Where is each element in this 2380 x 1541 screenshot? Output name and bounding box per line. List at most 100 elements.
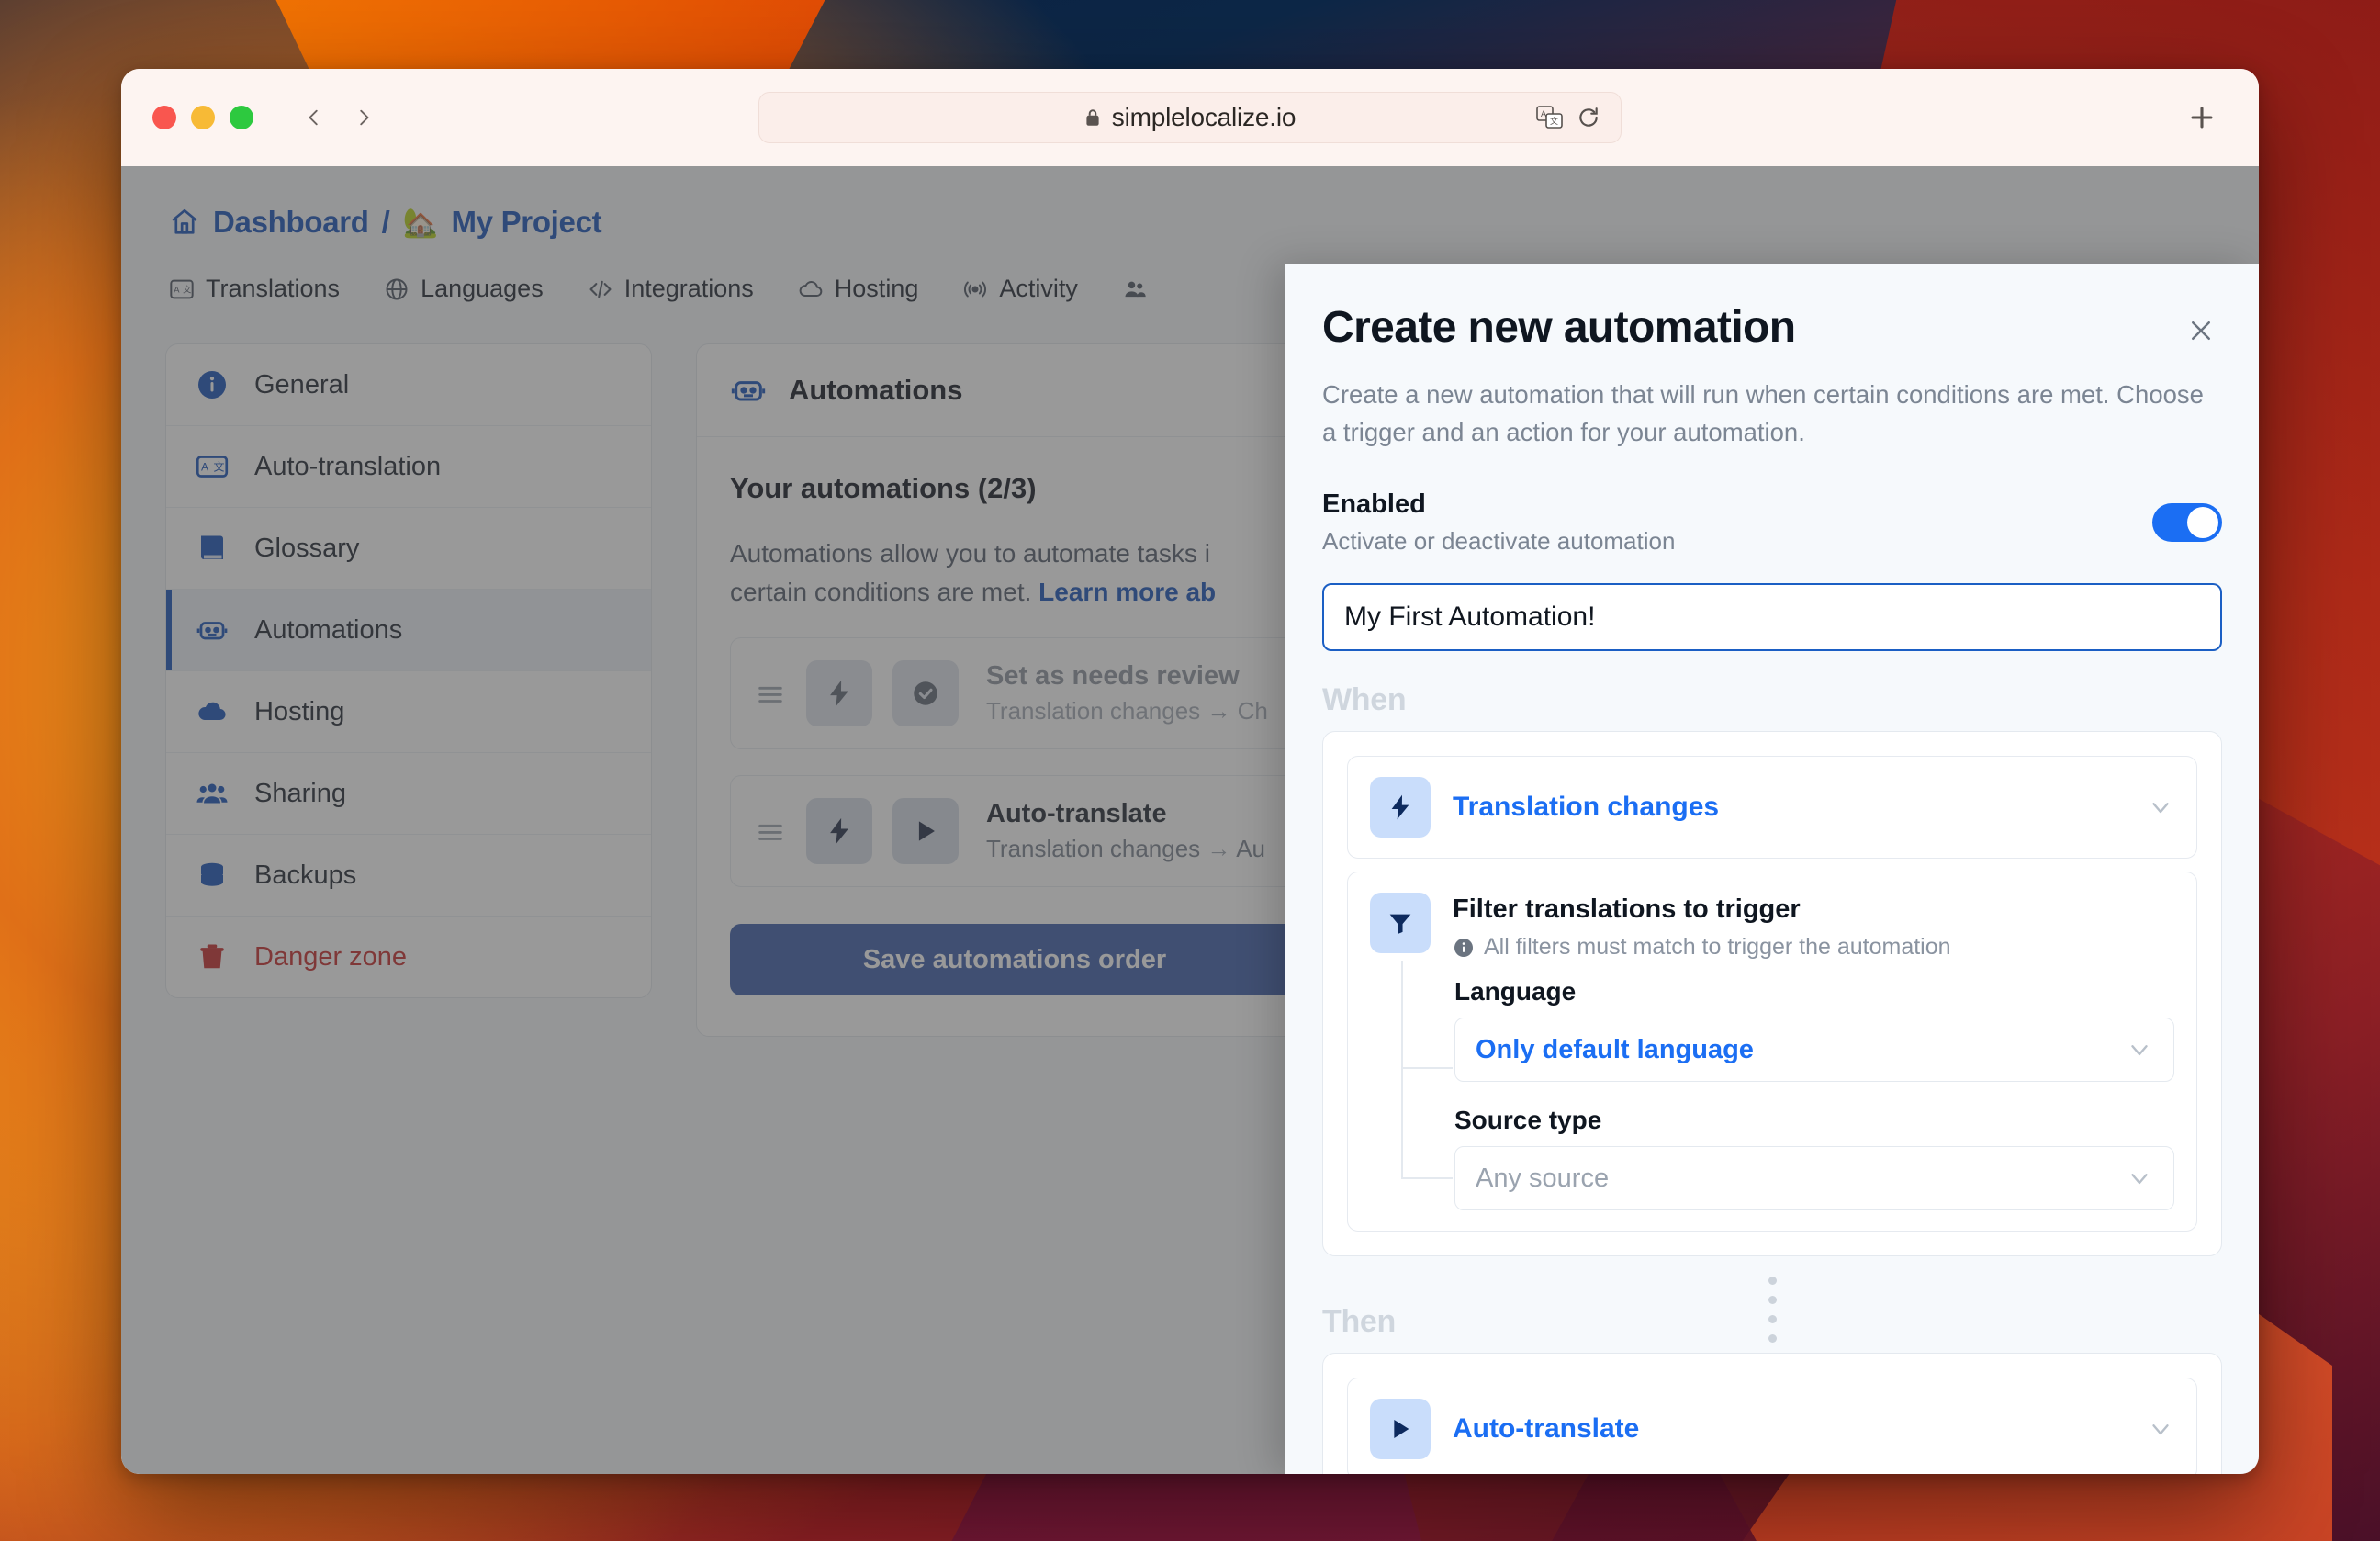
browser-titlebar: simplelocalize.io A 文 xyxy=(121,69,2259,166)
automation-name-input[interactable] xyxy=(1322,583,2222,652)
sidebar-item-auto-translation[interactable]: A文 Auto-translation xyxy=(166,426,651,508)
close-window-button[interactable] xyxy=(152,106,176,129)
action-node[interactable]: Auto-translate xyxy=(1347,1378,2197,1474)
tab-languages[interactable]: Languages xyxy=(384,275,544,303)
source-type-select[interactable]: Any source xyxy=(1454,1146,2174,1211)
auto-translate-icon: A文 xyxy=(194,450,230,483)
sidebar-item-automations[interactable]: Automations xyxy=(166,590,651,671)
sidebar-item-label: Hosting xyxy=(254,696,345,726)
tab-activity[interactable]: Activity xyxy=(962,275,1078,303)
svg-text:文: 文 xyxy=(214,460,225,474)
settings-sidebar[interactable]: General A文 Auto-translation Glossary Aut… xyxy=(165,343,652,998)
filter-node: Filter translations to trigger All filte… xyxy=(1347,872,2197,1232)
then-section-label: Then xyxy=(1322,1304,1397,1340)
check-circle-icon xyxy=(892,660,959,726)
drag-handle-icon[interactable] xyxy=(755,815,786,847)
play-icon xyxy=(892,798,959,864)
funnel-icon xyxy=(1370,893,1431,954)
chevron-down-icon[interactable] xyxy=(2147,793,2174,821)
filter-tree-connector xyxy=(1401,961,1453,1180)
sidebar-item-sharing[interactable]: Sharing xyxy=(166,753,651,835)
tab-label: Integrations xyxy=(623,275,754,302)
window-controls[interactable] xyxy=(152,106,253,129)
trigger-label: Translation changes xyxy=(1453,792,1720,823)
source-type-select-value: Any source xyxy=(1476,1163,1610,1193)
database-icon xyxy=(194,859,230,892)
drawer-description: Create a new automation that will run wh… xyxy=(1322,380,2204,446)
tab-label: Languages xyxy=(421,275,544,302)
sidebar-item-label: Automations xyxy=(254,614,403,645)
filter-fields: Language Only default language Source ty… xyxy=(1401,961,2174,1211)
language-select-value: Only default language xyxy=(1476,1034,1754,1064)
tab-hosting[interactable]: Hosting xyxy=(798,275,918,303)
navigation-buttons[interactable] xyxy=(294,97,384,138)
learn-more-link[interactable]: Learn more ab xyxy=(1038,578,1216,606)
play-icon xyxy=(1370,1399,1431,1460)
minimize-window-button[interactable] xyxy=(191,106,215,129)
enabled-label: Enabled xyxy=(1322,489,1426,520)
robot-icon xyxy=(730,372,767,409)
language-field-label: Language xyxy=(1454,977,1577,1007)
home-icon[interactable] xyxy=(169,207,200,238)
then-section: Then Auto-translate xyxy=(1322,1304,2222,1474)
drawer-title: Create new automation xyxy=(1322,303,1796,352)
description-line-1: Automations allow you to automate tasks … xyxy=(730,539,1210,568)
tab-integrations[interactable]: Integrations xyxy=(588,275,754,303)
connector-dot xyxy=(1768,1277,1777,1286)
translate-page-icon[interactable]: A 文 xyxy=(1536,106,1564,129)
sidebar-item-backups[interactable]: Backups xyxy=(166,835,651,917)
language-select[interactable]: Only default language xyxy=(1454,1018,2174,1083)
breadcrumb-project[interactable]: My Project xyxy=(451,205,601,240)
lock-icon xyxy=(1084,107,1101,128)
address-bar-actions[interactable]: A 文 xyxy=(1536,106,1600,129)
book-icon xyxy=(194,532,230,565)
tab-label: Translations xyxy=(206,275,341,302)
new-tab-button[interactable] xyxy=(2180,96,2224,140)
sidebar-item-label: General xyxy=(254,369,350,399)
when-section-label: When xyxy=(1322,682,1407,718)
filter-hint-text: All filters must match to trigger the au… xyxy=(1484,934,1951,961)
breadcrumb-dashboard[interactable]: Dashboard xyxy=(213,205,369,240)
close-icon[interactable] xyxy=(2180,309,2222,352)
forward-button[interactable] xyxy=(343,97,384,138)
chevron-down-icon xyxy=(2126,1164,2153,1192)
save-automations-order-button[interactable]: Save automations order xyxy=(730,924,1299,995)
people-icon xyxy=(194,777,230,810)
svg-text:A: A xyxy=(201,461,208,474)
drawer-header: Create new automation xyxy=(1322,302,2222,353)
when-card: Translation changes Filter translations … xyxy=(1322,731,2222,1257)
svg-text:A: A xyxy=(174,285,180,294)
address-bar[interactable]: simplelocalize.io A 文 xyxy=(758,92,1622,143)
globe-icon xyxy=(384,276,410,302)
reload-icon[interactable] xyxy=(1577,106,1600,129)
tab-translations[interactable]: A文 Translations xyxy=(169,275,340,303)
svg-text:A: A xyxy=(1541,109,1546,118)
automation-action: Ch xyxy=(1237,697,1268,725)
sidebar-item-glossary[interactable]: Glossary xyxy=(166,508,651,590)
automation-trigger: Translation changes xyxy=(986,697,1201,725)
lightning-icon xyxy=(806,798,872,864)
svg-text:文: 文 xyxy=(1550,116,1558,126)
tab-sharing[interactable] xyxy=(1122,276,1159,302)
maximize-window-button[interactable] xyxy=(230,106,253,129)
chevron-down-icon[interactable] xyxy=(2147,1415,2174,1443)
project-emoji-icon: 🏡 xyxy=(402,206,439,239)
info-circle-icon xyxy=(1453,937,1475,959)
sidebar-item-hosting[interactable]: Hosting xyxy=(166,671,651,753)
arrow-icon: → xyxy=(1207,835,1231,862)
drag-handle-icon[interactable] xyxy=(755,678,786,709)
filter-hint: All filters must match to trigger the au… xyxy=(1453,934,1951,961)
trigger-node[interactable]: Translation changes xyxy=(1347,756,2197,860)
breadcrumb-separator: / xyxy=(381,205,390,239)
toggle-knob xyxy=(2187,507,2218,539)
sidebar-item-danger-zone[interactable]: Danger zone xyxy=(166,917,651,997)
sidebar-item-label: Danger zone xyxy=(254,941,408,972)
lightning-icon xyxy=(1370,777,1431,838)
enabled-toggle[interactable] xyxy=(2152,503,2222,543)
back-button[interactable] xyxy=(294,97,334,138)
sidebar-item-label: Auto-translation xyxy=(254,451,442,481)
sidebar-item-general[interactable]: General xyxy=(166,344,651,426)
automation-action: Au xyxy=(1236,835,1266,862)
tab-label: Activity xyxy=(999,275,1078,302)
robot-icon xyxy=(194,613,230,647)
